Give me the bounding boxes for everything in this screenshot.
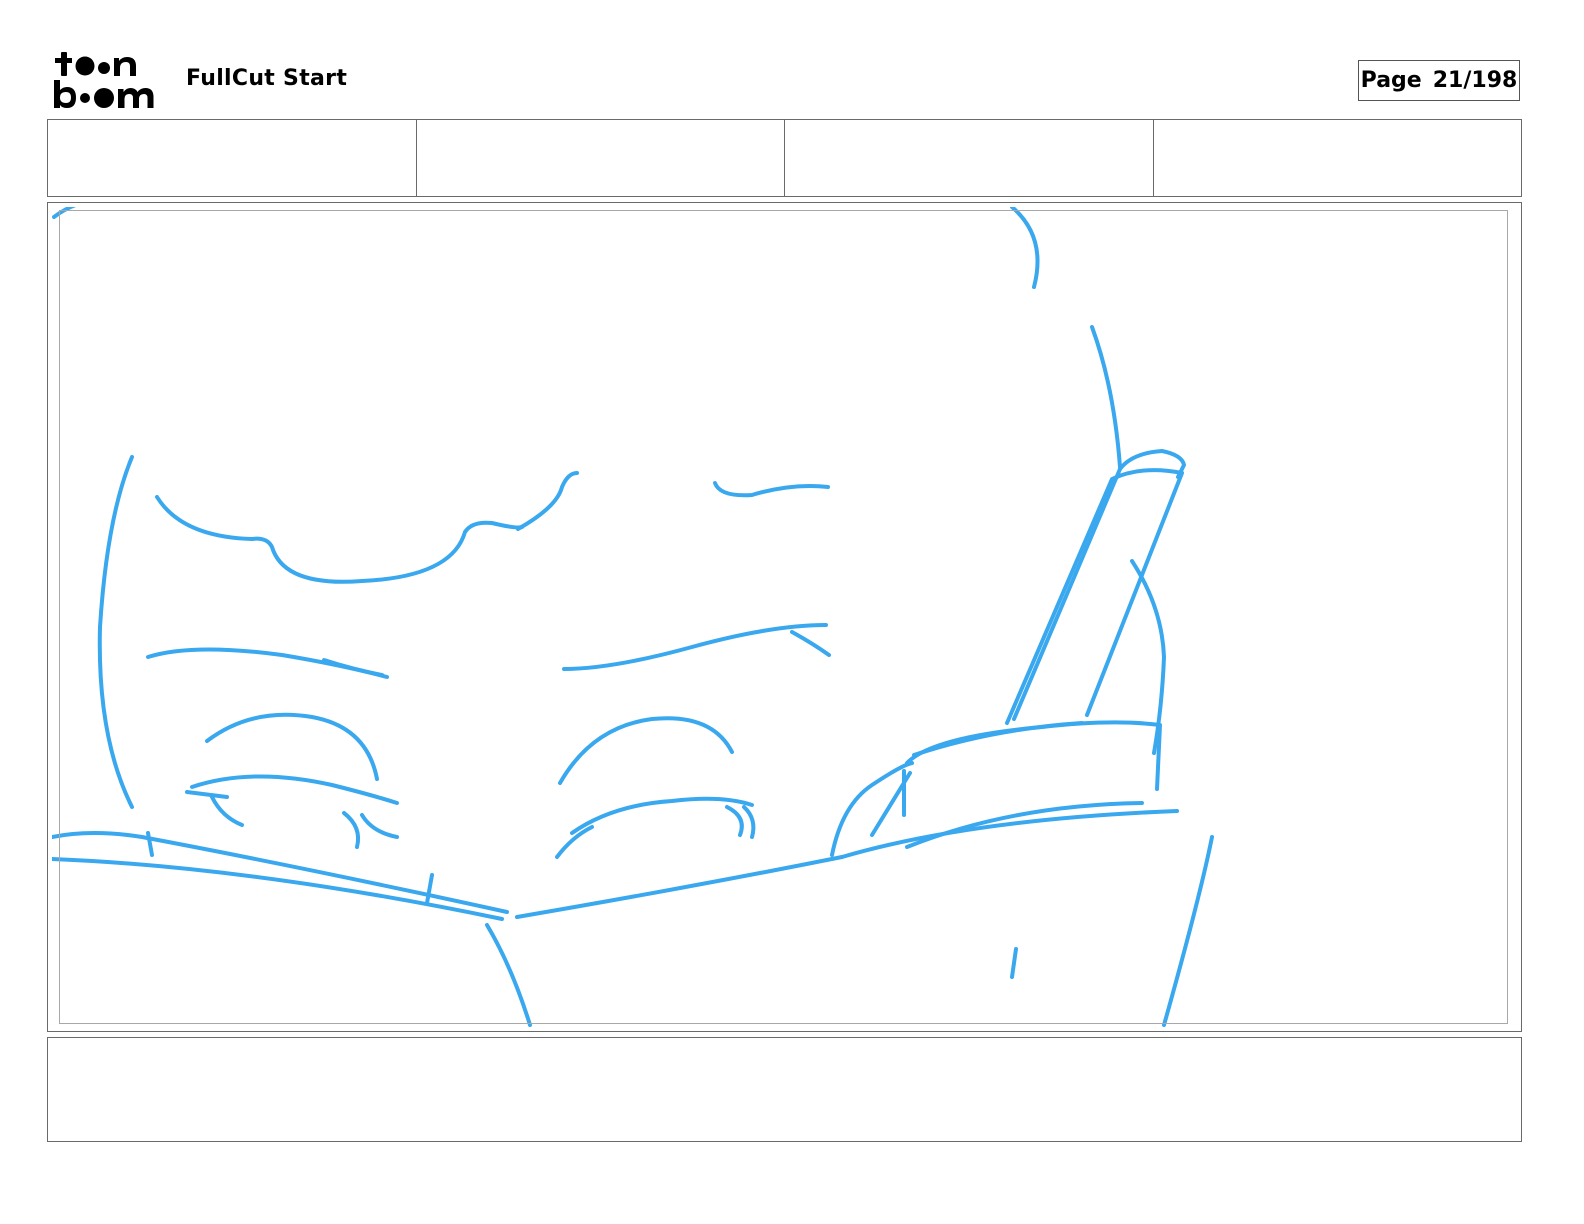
page-number: 21/198 <box>1432 68 1518 93</box>
storyboard-panel <box>47 202 1522 1032</box>
panel-info-row <box>47 119 1522 197</box>
info-cell-4 <box>1154 120 1522 196</box>
panel-caption-box <box>47 1037 1522 1142</box>
info-cell-1 <box>48 120 417 196</box>
page-indicator: Page 21/198 <box>1358 60 1520 101</box>
storyboard-sketch <box>52 207 1517 1027</box>
info-cell-2 <box>417 120 785 196</box>
info-cell-3 <box>785 120 1154 196</box>
toonboom-logo <box>52 50 164 112</box>
project-title: FullCut Start <box>186 66 348 91</box>
page-label: Page <box>1360 68 1422 93</box>
